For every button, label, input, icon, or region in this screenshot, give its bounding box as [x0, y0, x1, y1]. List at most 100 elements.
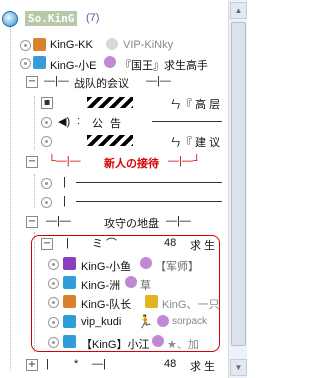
- member-name: KinG-洲: [81, 280, 121, 292]
- member-count: (7): [86, 12, 100, 24]
- member-name: vip_kudi: [81, 316, 122, 328]
- member-tag: VIP-KiNky: [123, 39, 174, 51]
- collapse-icon[interactable]: −: [41, 238, 53, 250]
- member-row[interactable]: 【KinG】小江 ★、加: [0, 333, 228, 351]
- channel-name: ㄣ『 建 议: [170, 137, 221, 149]
- person-icon: [63, 257, 76, 270]
- channel-row[interactable]: |: [0, 193, 228, 211]
- channel-decor: |: [46, 358, 49, 370]
- channel-row[interactable]: ▪ ㄣ『 高 层: [0, 94, 228, 112]
- admin-person-icon: [63, 295, 76, 308]
- badge-icon: [140, 257, 152, 269]
- divider: [152, 121, 222, 122]
- status-dot-icon: [48, 317, 59, 328]
- badge-icon: [125, 276, 137, 288]
- channel-decor: —|—: [166, 215, 191, 227]
- member-tag: 『国王』求生高手: [120, 60, 208, 72]
- member-name: KinG-队长: [81, 299, 132, 311]
- member-tag: ★、加: [167, 339, 199, 351]
- badge-icon: [152, 335, 164, 347]
- badge-icon: [157, 315, 169, 327]
- channel-decor: |: [63, 176, 66, 188]
- server-icon: [2, 11, 18, 27]
- channel-row[interactable]: ◀) : 公 告: [0, 113, 228, 131]
- vertical-scrollbar[interactable]: ▲ ▼: [228, 0, 247, 378]
- server-root[interactable]: So.KinG (7): [0, 10, 228, 28]
- status-dot-icon: [41, 117, 52, 128]
- expand-icon[interactable]: +: [26, 359, 38, 371]
- status-dot-icon: [41, 178, 52, 189]
- member-name: 【KinG】小江: [81, 339, 150, 351]
- badge-icon: [106, 38, 118, 50]
- channel-name: 求 生: [190, 240, 216, 252]
- collapse-icon[interactable]: −: [26, 156, 38, 168]
- channel-decor: —|—: [146, 75, 171, 87]
- member-row[interactable]: vip_kudi 🏃 sorpack: [0, 313, 228, 331]
- channel-name: ㄣ『 高 层: [170, 99, 221, 111]
- channel-number: 48: [164, 237, 177, 249]
- badge-icon: [104, 56, 116, 68]
- status-dot-icon: [48, 297, 59, 308]
- scroll-up-icon[interactable]: ▲: [230, 2, 247, 19]
- collapse-icon[interactable]: −: [26, 216, 38, 228]
- channel-decor: —|—┘: [168, 155, 201, 167]
- member-tag: 【军师】: [155, 261, 199, 273]
- channel-decor: |: [63, 195, 66, 207]
- status-dot-icon: [41, 197, 52, 208]
- channel-row[interactable]: − —|— 攻守の地盘 —|—: [0, 213, 228, 231]
- member-tag: sorpack: [172, 316, 208, 327]
- member-row[interactable]: KinG-洲 草: [0, 274, 228, 292]
- channel-decor: *: [74, 358, 79, 370]
- channel-name: 新人の接待: [104, 158, 159, 170]
- member-tag: KinG、一只: [162, 299, 220, 311]
- status-dot-icon: [41, 136, 52, 147]
- status-dot-icon: [20, 58, 31, 69]
- person-icon: [33, 56, 46, 69]
- status-dot-icon: [48, 278, 59, 289]
- channel-name: 公 告: [92, 118, 124, 130]
- channel-decor: —|—: [46, 215, 71, 227]
- divider: [76, 182, 222, 183]
- channel-decor: ミ ⌒: [92, 238, 118, 250]
- member-name: KinG-小鱼: [81, 261, 132, 273]
- scroll-down-icon[interactable]: ▼: [230, 359, 247, 376]
- channel-row[interactable]: − └—|— 新人の接待 —|—┘: [0, 153, 228, 171]
- member-row[interactable]: KinG-小鱼 【军师】: [0, 255, 228, 273]
- member-row[interactable]: KinG-队长 KinG、一只: [0, 293, 228, 311]
- channel-row[interactable]: |: [0, 174, 228, 192]
- person-icon: [63, 335, 76, 348]
- member-name: KinG-小E: [50, 60, 97, 72]
- status-dot-icon: [48, 259, 59, 270]
- channel-name: 战队的会议: [74, 78, 129, 90]
- channel-decor: —|: [92, 358, 106, 370]
- speaker-icon: ◀): [58, 116, 71, 128]
- runner-icon: 🏃: [137, 314, 154, 329]
- divider: [76, 201, 222, 202]
- person-icon: [63, 315, 76, 328]
- member-row[interactable]: KinG-KK VIP-KiNky: [0, 36, 228, 54]
- admin-person-icon: [33, 38, 46, 51]
- person-icon: [63, 276, 76, 289]
- lock-icon: ▪: [41, 97, 53, 109]
- crown-icon: [145, 295, 158, 308]
- channel-row[interactable]: − —|— 战队的会议 —|—: [0, 73, 228, 91]
- member-name: KinG-KK: [50, 39, 93, 51]
- channel-name: 攻守の地盘: [104, 218, 159, 230]
- status-dot-icon: [20, 40, 31, 51]
- member-tag: 草: [140, 280, 151, 292]
- channel-row[interactable]: + | * —| 48 求 生: [0, 356, 228, 374]
- channel-decor: └—|—: [48, 155, 81, 167]
- channel-name: 求 生: [190, 361, 216, 373]
- decorative-banner: [87, 135, 133, 146]
- channel-row[interactable]: ㄣ『 建 议: [0, 132, 228, 150]
- channel-decor: :: [77, 115, 81, 127]
- channel-row[interactable]: − | ミ ⌒ 48 求 生: [0, 235, 228, 253]
- member-row[interactable]: KinG-小E 『国王』求生高手: [0, 54, 228, 72]
- channel-decor: |: [66, 237, 69, 249]
- channel-number: 48: [164, 358, 177, 370]
- decorative-banner: [87, 97, 133, 108]
- status-dot-icon: [48, 337, 59, 348]
- collapse-icon[interactable]: −: [26, 76, 38, 88]
- channel-tree: So.KinG (7) KinG-KK VIP-KiNky KinG-小E 『国…: [0, 0, 228, 378]
- scrollbar-thumb[interactable]: [231, 22, 246, 346]
